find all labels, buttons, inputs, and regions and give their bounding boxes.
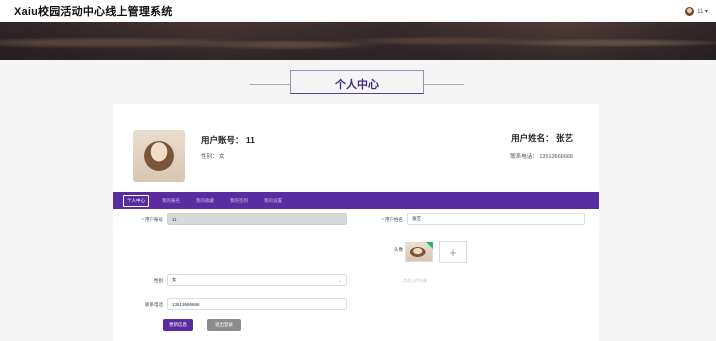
user-menu[interactable]: 11 ▾	[685, 6, 708, 16]
account-field: 11	[167, 213, 347, 225]
phone-summary: 联系电话： 13513666666	[510, 152, 573, 160]
logout-button[interactable]: 退出登录	[207, 319, 241, 331]
profile-photo	[133, 130, 185, 182]
section-header: 个人中心	[250, 70, 464, 94]
name-summary-label: 用户姓名：	[511, 133, 554, 143]
username-label[interactable]: 11 ▾	[697, 8, 708, 15]
profile-summary: 用户账号： 11 性别： 女 用户姓名： 张艺 联系电话： 1351366666…	[113, 104, 599, 192]
gender-select-value[interactable]: 女	[172, 277, 177, 283]
upload-plus-icon[interactable]: +	[439, 241, 467, 263]
account-field-label: * 用户账号	[141, 217, 163, 222]
tab-my-favorites[interactable]: 我的收藏	[193, 196, 217, 206]
account-summary-label: 用户账号：	[201, 135, 244, 145]
top-bar: Xaiu校园活动中心线上管理系统 11 ▾	[0, 0, 716, 22]
account-summary-value: 11	[245, 135, 255, 145]
gender-summary: 性别： 女	[201, 152, 225, 160]
name-field[interactable]: 张艺	[407, 213, 585, 225]
account-summary: 用户账号： 11	[201, 134, 255, 146]
tab-personal-center[interactable]: 个人中心	[123, 194, 149, 207]
tab-my-registrations[interactable]: 我的报名	[159, 196, 183, 206]
tab-my-settings[interactable]: 我的设置	[261, 196, 285, 206]
name-field-value[interactable]: 张艺	[412, 216, 421, 222]
app-title: Xaiu校园活动中心线上管理系统	[14, 6, 173, 18]
phone-summary-label: 联系电话：	[510, 154, 538, 160]
account-field-value: 11	[172, 216, 177, 222]
phone-field-label: 联系电话	[145, 302, 163, 307]
phone-summary-value: 13513666666	[539, 154, 573, 160]
uploaded-badge-icon	[426, 242, 433, 249]
section-title: 个人中心	[335, 79, 379, 91]
gender-summary-value: 女	[219, 154, 225, 160]
phone-field[interactable]: 13513666666	[167, 298, 347, 310]
profile-tabs: 个人中心 我的报名 我的收藏 我的签到 我的设置	[113, 192, 599, 209]
user-avatar-icon[interactable]	[685, 6, 695, 16]
tab-my-checkins[interactable]: 我的签到	[227, 196, 251, 206]
name-summary: 用户姓名： 张艺	[511, 132, 573, 144]
gender-field-label: 性别	[154, 278, 163, 283]
avatar-thumbnail[interactable]	[405, 242, 433, 262]
name-field-label: * 用户姓名	[381, 217, 403, 222]
phone-field-value[interactable]: 13513666666	[172, 302, 200, 307]
upload-hint: 点击上传头像	[403, 278, 427, 283]
gender-select[interactable]: 女 ⌄	[167, 274, 347, 286]
chevron-down-icon[interactable]: ⌄	[338, 278, 342, 284]
profile-card: 用户账号： 11 性别： 女 用户姓名： 张艺 联系电话： 1351366666…	[113, 104, 599, 341]
update-info-button[interactable]: 更新信息	[163, 319, 193, 331]
gender-summary-label: 性别：	[201, 154, 218, 160]
name-summary-value: 张艺	[555, 133, 573, 143]
banner-image	[0, 22, 716, 60]
avatar-field-label: 头像	[394, 247, 403, 252]
